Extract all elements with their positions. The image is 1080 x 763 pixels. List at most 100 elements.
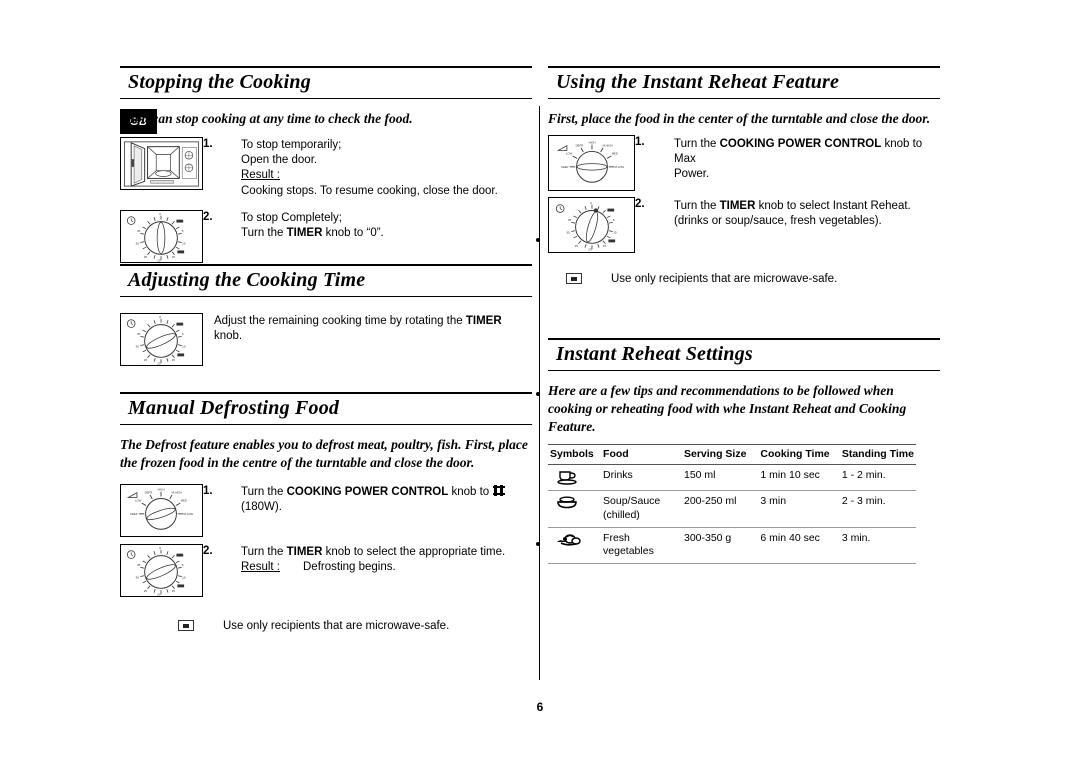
step-result: Result : Cooking stops. To resume cooking… <box>241 168 532 199</box>
svg-text:HIGH: HIGH <box>589 140 596 144</box>
step-number: 2. <box>203 544 213 557</box>
result-text: Cooking stops. To resume cooking, close … <box>241 184 498 197</box>
step-line-2: (180W). <box>241 500 282 513</box>
section-title: Stopping the Cooking <box>128 71 311 93</box>
svg-text:30: 30 <box>136 241 140 245</box>
defrost-symbol-icon <box>492 484 506 496</box>
svg-text:KEEP: KEEP <box>130 511 138 515</box>
figure-power-knob-max: HIGH M.HIGH MED M.LOW DEFR LOW KEEP <box>548 134 635 191</box>
svg-text:MED: MED <box>612 152 618 156</box>
note-row: Use only recipients that are microwave-s… <box>120 619 532 632</box>
svg-text:5: 5 <box>182 563 184 567</box>
svg-text:35: 35 <box>568 218 572 222</box>
step-rich-before: Adjust the remaining cooking time by rot… <box>214 315 466 327</box>
cell-serving-size: 200-250 ml <box>681 490 759 528</box>
step-number: 1. <box>203 137 213 150</box>
column-header-food: Food <box>601 444 682 466</box>
cell-cooking-time: 1 min 10 sec <box>758 464 840 492</box>
step-number: 2. <box>203 210 213 223</box>
svg-text:10: 10 <box>182 575 186 579</box>
section-title: Using the Instant Reheat Feature <box>556 71 840 93</box>
soup-bowl-icon <box>557 496 577 509</box>
step-rich-before: Turn the <box>674 137 720 150</box>
svg-text:0: 0 <box>159 545 161 549</box>
cell-cooking-time: 6 min 40 sec <box>758 527 840 564</box>
keyword-timer: TIMER <box>286 545 323 558</box>
step-rich-before: Turn the <box>241 545 287 558</box>
cell-cooking-time: 3 min <box>758 490 840 528</box>
note-row: Use only recipients that are microwave-s… <box>548 272 940 285</box>
table-row: Drinks 150 ml 1 min 10 sec 1 - 2 min. <box>548 464 916 492</box>
svg-text:0: 0 <box>159 212 161 216</box>
section-adjusting-the-cooking-time: Adjusting the Cooking Time 0 5 10 15 20 … <box>120 264 532 366</box>
cup-saucer-icon <box>557 471 577 486</box>
section-header: Manual Defrosting Food <box>120 392 532 425</box>
section-manual-defrosting-food: Manual Defrosting Food The Defrost featu… <box>120 392 532 632</box>
cell-food: Drinks <box>601 464 682 492</box>
step-rich-after: knob to <box>448 485 493 498</box>
step-line-2: Open the door. <box>241 154 318 167</box>
svg-text:30: 30 <box>566 230 570 234</box>
section-title: Instant Reheat Settings <box>556 343 753 365</box>
column-header-cooking-time: Cooking Time <box>758 444 840 466</box>
column-header-standing-time: Standing Time <box>839 444 916 466</box>
svg-text:MED: MED <box>181 498 187 502</box>
microwave-safe-icon <box>178 619 194 631</box>
cell-standing-time: 1 - 2 min. <box>839 464 916 492</box>
svg-text:LOW: LOW <box>135 498 142 502</box>
svg-text:5: 5 <box>182 332 184 336</box>
svg-text:10: 10 <box>182 344 186 348</box>
figure-timer-knob-set: 0 5 10 15 20 25 30 35 <box>120 313 203 366</box>
note-text: Use only recipients that are microwave-s… <box>611 272 838 285</box>
section-stopping-the-cooking: Stopping the Cooking You can stop cookin… <box>120 66 532 263</box>
step-body: 2. Turn the TIMER knob to select Instant… <box>635 197 940 230</box>
step-body: 2. Turn the TIMER knob to select the app… <box>203 544 532 576</box>
step-row: 0 5 10 15 20 25 30 35 <box>548 196 940 253</box>
svg-text:15: 15 <box>172 589 176 593</box>
table-bottom-rule <box>548 562 916 583</box>
svg-text:35: 35 <box>137 229 141 233</box>
svg-text:HIGH: HIGH <box>158 487 165 491</box>
svg-text:M.HIGH: M.HIGH <box>603 143 613 147</box>
column-header-symbols: Symbols <box>548 444 602 466</box>
step-rich-after: knob to select Instant Reheat. <box>755 199 911 212</box>
manual-page: GB Stopping the Cooking You can stop coo… <box>0 0 1080 763</box>
vegetables-icon <box>557 533 581 546</box>
table-end-row <box>548 562 916 583</box>
table-header: Symbols Food Serving Size Cooking Time S… <box>548 444 916 466</box>
section-title: Adjusting the Cooking Time <box>128 269 366 291</box>
section-header: Stopping the Cooking <box>120 66 532 99</box>
keyword-timer: TIMER <box>465 315 502 327</box>
result-label: Result : <box>241 169 280 182</box>
cell-serving-size: 150 ml <box>681 464 759 492</box>
cell-food: Fresh vegetables <box>601 527 682 564</box>
svg-text:0: 0 <box>159 315 161 319</box>
cell-serving-size: 300-350 g <box>681 527 759 564</box>
figure-power-knob-defrost: HIGH M.HIGH MED M.LOW DEFR LOW KEEP <box>120 483 203 537</box>
svg-text:15: 15 <box>603 244 607 248</box>
keyword-cooking-power-control: COOKING POWER CONTROL <box>719 137 882 150</box>
figure-timer-knob-zero: 0 5 10 15 20 25 30 35 <box>120 209 203 263</box>
cell-standing-time: 2 - 3 min. <box>839 490 916 528</box>
svg-text:LOW: LOW <box>566 152 573 156</box>
svg-text:DEFR: DEFR <box>145 490 153 494</box>
svg-text:30: 30 <box>136 575 140 579</box>
svg-text:10: 10 <box>182 241 186 245</box>
svg-text:20: 20 <box>157 259 161 262</box>
svg-text:35: 35 <box>137 563 141 567</box>
divider-dot <box>536 542 540 546</box>
step-line-2: Power. <box>674 168 710 181</box>
cell-symbol <box>548 490 602 528</box>
step-line-1: To stop Completely; <box>241 211 342 224</box>
step-number: 1. <box>635 135 645 148</box>
svg-text:5: 5 <box>613 218 615 222</box>
svg-text:20: 20 <box>157 592 161 595</box>
keyword-timer: TIMER <box>286 227 323 240</box>
divider-dot <box>536 392 540 396</box>
table-header-row: Symbols Food Serving Size Cooking Time S… <box>548 444 916 466</box>
step-rich-before: Turn the <box>241 485 287 498</box>
step-body: Adjust the remaining cooking time by rot… <box>203 313 532 345</box>
table-body: Drinks 150 ml 1 min 10 sec 1 - 2 min. So… <box>548 464 916 583</box>
svg-text:M.HIGH: M.HIGH <box>172 490 182 494</box>
cell-standing-time: 3 min. <box>839 527 916 564</box>
